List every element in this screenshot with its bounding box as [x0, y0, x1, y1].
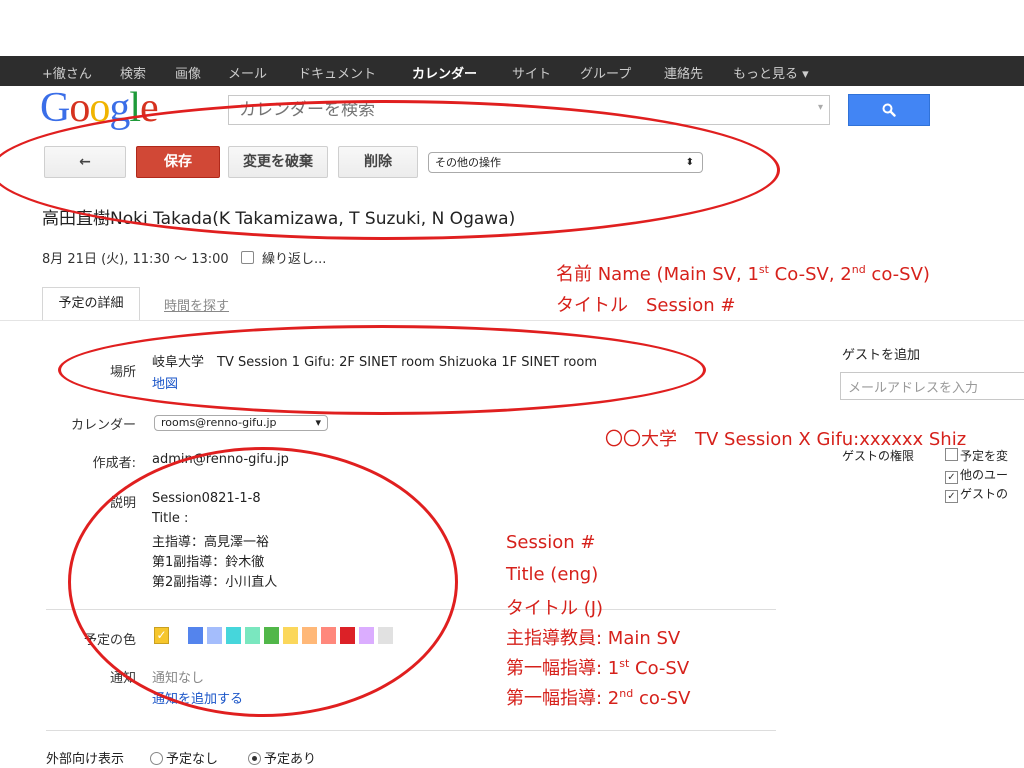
checkbox-checked[interactable]: ✓ — [945, 490, 958, 503]
calendar-select[interactable]: rooms@renno-gifu.jp ▾ — [154, 415, 328, 431]
nav-images[interactable]: 画像 — [175, 63, 201, 82]
guest-email-placeholder: メールアドレスを入力 — [848, 381, 979, 396]
visibility-none-label: 予定なし — [166, 752, 219, 767]
tab-event-details[interactable]: 予定の詳細 — [42, 287, 140, 321]
repeat-label: 繰り返し... — [261, 252, 327, 267]
calendar-select-value: rooms@renno-gifu.jp — [161, 416, 277, 429]
creator-label: 作成者: — [92, 456, 136, 471]
logo-letter: G — [40, 85, 70, 131]
annotation-desc-line: 主指導教員: Main SV — [506, 628, 681, 649]
nav-sites[interactable]: サイト — [512, 63, 551, 82]
annotation-title: タイトル Session # — [556, 295, 736, 316]
top-navigation-bar: +徹さん 検索 画像 メール ドキュメント カレンダー サイト グループ 連絡先… — [0, 56, 1024, 86]
nav-calendar[interactable]: カレンダー — [412, 63, 477, 82]
search-icon — [882, 103, 896, 117]
annotation-ellipse-description — [68, 447, 458, 717]
radio-button[interactable] — [150, 752, 163, 765]
permission-invite-label: 他のユー — [960, 468, 1009, 482]
annotation-name: 名前 Name (Main SV, 1st Co-SV, 2nd co-SV) — [556, 263, 930, 285]
annotation-desc-line: タイトル (J) — [506, 598, 604, 619]
visibility-none-option[interactable]: 予定なし — [150, 748, 218, 767]
checkbox-checked[interactable]: ✓ — [945, 471, 958, 484]
visibility-busy-option[interactable]: 予定あり — [248, 748, 316, 767]
add-guests-label: ゲストを追加 — [842, 348, 921, 363]
annotation-co-sv-2: 第一幅指導: 2nd co-SV — [506, 687, 691, 709]
annotation-desc-line: Session # — [506, 532, 596, 553]
permission-see-guests-label: ゲストの — [960, 487, 1009, 501]
annotation-ellipse-toolbar — [0, 100, 780, 240]
nav-search[interactable]: 検索 — [120, 63, 146, 82]
visibility-busy-label: 予定あり — [264, 752, 317, 767]
nav-groups[interactable]: グループ — [580, 63, 631, 82]
event-date-time[interactable]: 8月 21日 (火), 11:30 ～ 13:00 繰り返し... — [42, 248, 326, 267]
search-dropdown-icon[interactable]: ▾ — [818, 102, 823, 113]
guest-email-field[interactable]: メールアドレスを入力 — [840, 372, 1024, 400]
permission-invite[interactable]: ✓ 他のユー — [945, 466, 1008, 484]
permission-see-guests[interactable]: ✓ ゲストの — [945, 485, 1008, 503]
radio-button-selected[interactable] — [248, 752, 261, 765]
annotation-location-template: 〇〇大学 TV Session X Gifu:xxxxxx Shiz — [605, 429, 967, 450]
annotation-desc-line: Title (eng) — [506, 564, 599, 585]
repeat-checkbox[interactable] — [240, 251, 254, 264]
nav-user[interactable]: +徹さん — [42, 63, 92, 82]
section-divider — [46, 730, 776, 731]
tab-find-time[interactable]: 時間を探す — [164, 295, 229, 314]
annotation-ellipse-location — [58, 325, 706, 415]
annotation-co-sv-1: 第一幅指導: 1st Co-SV — [506, 657, 690, 679]
tab-divider — [0, 320, 1024, 321]
nav-more[interactable]: もっと見る ▾ — [733, 63, 809, 82]
calendar-label: カレンダー — [70, 418, 136, 433]
search-button[interactable] — [848, 94, 930, 126]
chevron-down-icon: ▾ — [315, 416, 321, 429]
nav-mail[interactable]: メール — [228, 63, 267, 82]
permission-modify-label: 予定を変 — [960, 449, 1009, 463]
event-date-text[interactable]: 8月 21日 (火), 11:30 ～ 13:00 — [42, 252, 229, 267]
nav-contacts[interactable]: 連絡先 — [664, 63, 703, 82]
visibility-label: 外部向け表示 — [46, 752, 125, 767]
nav-documents[interactable]: ドキュメント — [298, 63, 376, 82]
